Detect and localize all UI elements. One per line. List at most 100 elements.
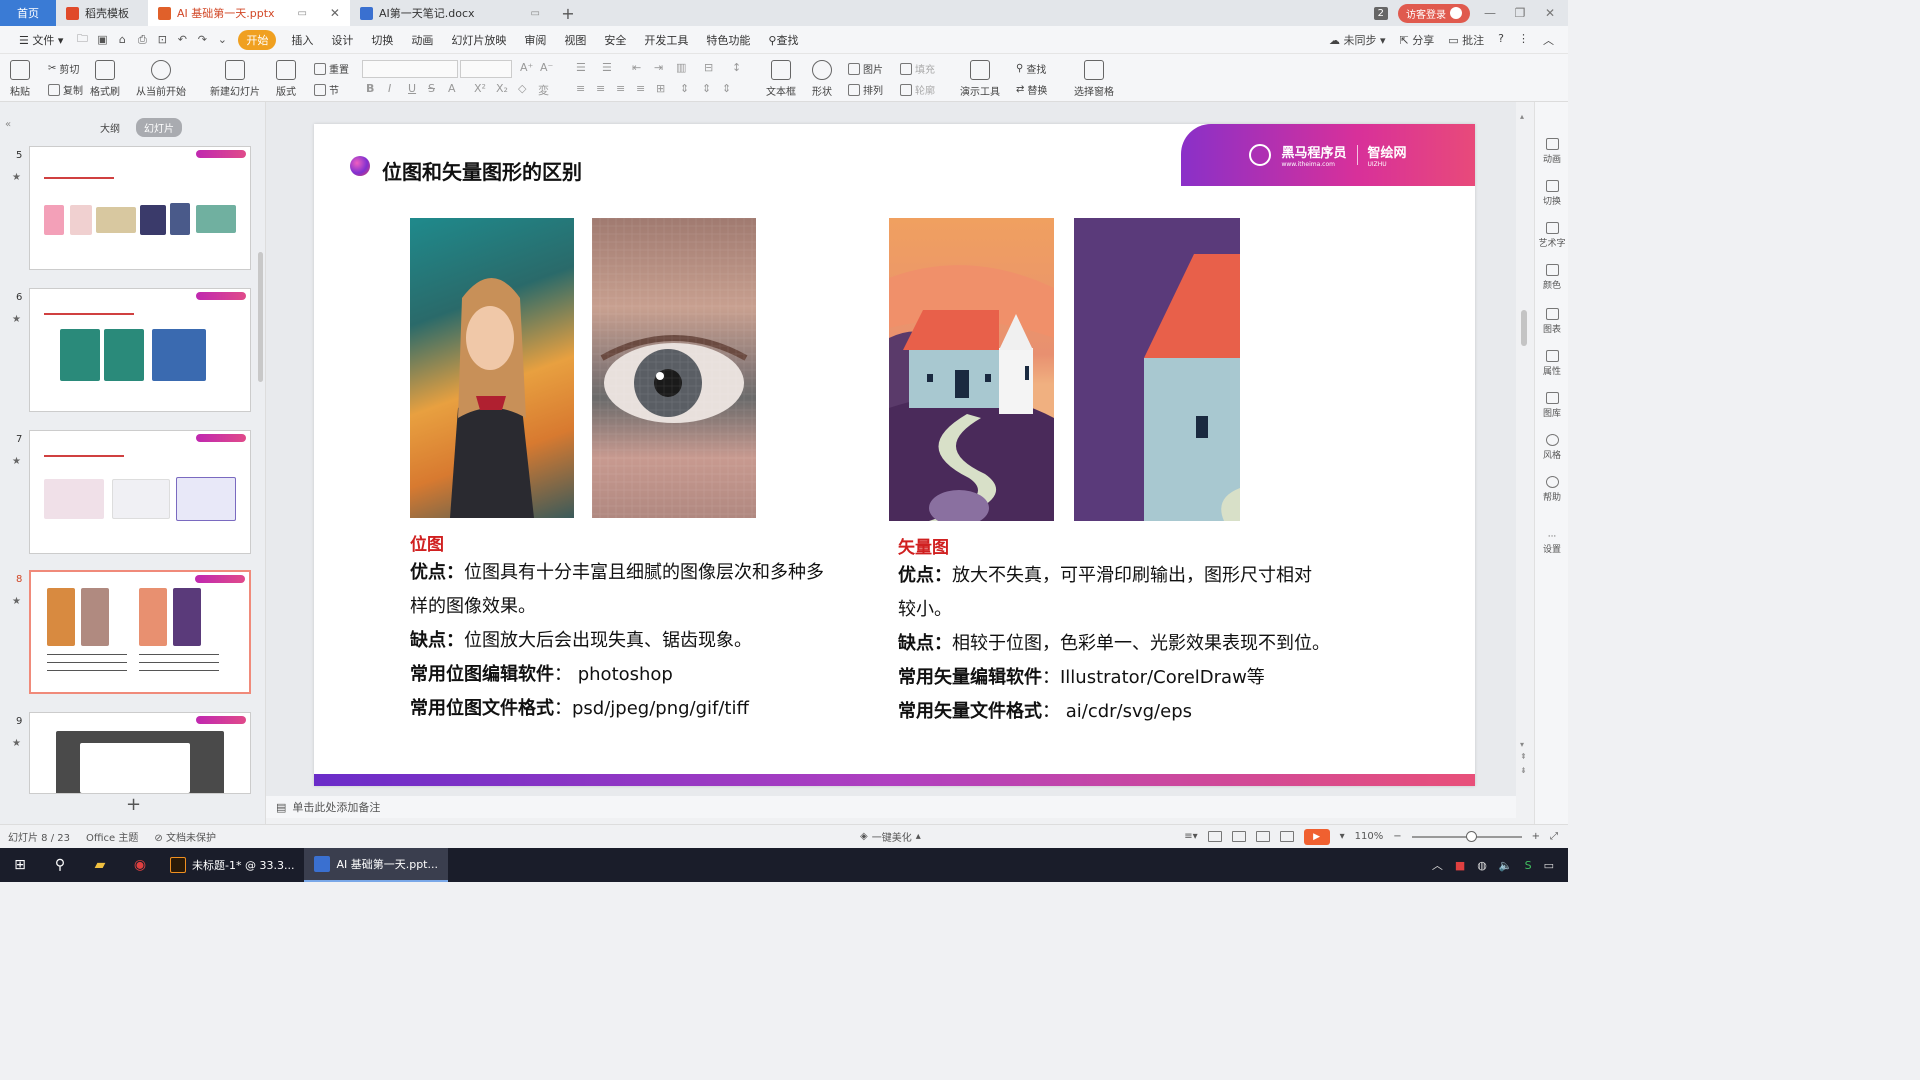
replace-button[interactable]: ⇄ 替换	[1016, 82, 1047, 97]
collapse-ribbon-icon[interactable]: ︿	[1543, 32, 1554, 48]
sync-status[interactable]: ☁ 未同步 ▾	[1329, 32, 1386, 48]
play-slideshow-button[interactable]: ▶	[1303, 828, 1330, 845]
help-icon[interactable]: ?	[1498, 32, 1504, 48]
slide-thumbnail-7[interactable]: 7 ★	[0, 430, 256, 556]
sidebar-wordart[interactable]: 艺术字	[1535, 222, 1569, 249]
arrange-button[interactable]: 排列	[848, 82, 883, 97]
pin-icon[interactable]: ▭	[298, 8, 307, 19]
pin-icon[interactable]: ▭	[531, 8, 540, 19]
slide-counter[interactable]: 幻灯片 8 / 23	[8, 829, 70, 844]
columns-icon[interactable]: ▥	[676, 61, 686, 74]
menu-design[interactable]: 设计	[322, 32, 362, 48]
collapse-panel-icon[interactable]: «	[5, 119, 11, 130]
presenter-tools-button[interactable]: 演示工具	[960, 60, 1000, 98]
redo-icon[interactable]: ↷	[194, 32, 210, 48]
file-explorer-icon[interactable]: ▰	[80, 848, 120, 882]
preview-icon[interactable]: ⊡	[154, 32, 170, 48]
beautify-button[interactable]: ◈ 一键美化 ▴	[860, 829, 921, 844]
format-painter-button[interactable]: 格式刷	[90, 60, 120, 98]
menu-developer[interactable]: 开发工具	[635, 32, 697, 48]
outline-button[interactable]: 轮廓	[900, 82, 935, 97]
increase-indent-icon[interactable]: ⇥	[654, 61, 663, 74]
windows-start-icon[interactable]: ⊞	[0, 848, 40, 882]
vector-house-zoomed-illustration[interactable]	[1074, 218, 1240, 521]
minimize-icon[interactable]: —	[1480, 6, 1500, 20]
tray-app-icon[interactable]: ■	[1455, 859, 1465, 872]
new-tab-button[interactable]: +	[550, 0, 586, 26]
notification-icon[interactable]: ▭	[1544, 859, 1554, 872]
align-center-icon[interactable]: ≡	[596, 82, 605, 95]
close-window-icon[interactable]: ✕	[1540, 6, 1560, 20]
new-slide-button[interactable]: 新建幻灯片	[210, 60, 260, 98]
grow-font-icon[interactable]: A⁺	[520, 61, 533, 74]
zoom-out-icon[interactable]: −	[1393, 831, 1401, 842]
find-button[interactable]: ⚲ 查找	[1016, 61, 1046, 76]
presenter-view-icon[interactable]	[1279, 831, 1294, 842]
portrait-photo[interactable]	[410, 218, 574, 518]
taskbar-app-wps[interactable]: AI 基础第一天.ppt...	[304, 848, 448, 882]
comment-button[interactable]: ▭ 批注	[1448, 32, 1484, 48]
customize-icon[interactable]: ⌄	[214, 32, 230, 48]
ime-icon[interactable]: S	[1525, 859, 1532, 872]
line-spacing-icon[interactable]: ↕	[732, 61, 741, 74]
picture-button[interactable]: 图片	[848, 61, 883, 76]
slide-thumbnail-8[interactable]: 8 ★	[0, 570, 256, 696]
zoom-in-icon[interactable]: +	[1532, 831, 1540, 842]
sidebar-properties[interactable]: 属性	[1535, 350, 1569, 377]
menu-view[interactable]: 视图	[555, 32, 595, 48]
menu-animation[interactable]: 动画	[402, 32, 442, 48]
reset-button[interactable]: 重置	[314, 61, 349, 76]
font-name-select[interactable]	[362, 60, 458, 78]
menu-search[interactable]: ⚲查找	[759, 32, 807, 48]
paste-button[interactable]: 粘贴	[10, 60, 30, 98]
tab-outline[interactable]: 大纲	[92, 118, 128, 137]
section-button[interactable]: 节	[314, 82, 339, 97]
tab-home[interactable]: 首页	[0, 0, 56, 26]
zoom-slider[interactable]	[1411, 830, 1522, 842]
network-icon[interactable]: ◍	[1477, 859, 1487, 872]
taskbar-app-illustrator[interactable]: 未标题-1* @ 33.3...	[160, 848, 304, 882]
tab-docer-templates[interactable]: 稻壳模板	[56, 0, 148, 26]
superscript-icon[interactable]: X²	[474, 82, 486, 95]
sidebar-chart[interactable]: 图表	[1535, 308, 1569, 335]
scroll-thumb[interactable]	[1521, 310, 1527, 346]
notes-area[interactable]: ▤ 单击此处添加备注	[266, 796, 1516, 818]
subscript-icon[interactable]: X₂	[496, 82, 508, 95]
justify-icon[interactable]: ≡	[636, 82, 645, 95]
menu-security[interactable]: 安全	[595, 32, 635, 48]
sidebar-gallery[interactable]: 图库	[1535, 392, 1569, 419]
volume-icon[interactable]: 🔈	[1499, 859, 1513, 872]
menu-review[interactable]: 审阅	[515, 32, 555, 48]
search-icon[interactable]: ⚲	[40, 848, 80, 882]
bitmap-heading[interactable]: 位图	[410, 530, 444, 555]
cut-button[interactable]: ✂ 剪切	[48, 61, 79, 76]
numbering-icon[interactable]: ☰	[602, 61, 612, 74]
next-slide-icon[interactable]: ⇟	[1520, 766, 1527, 775]
font-size-select[interactable]	[460, 60, 512, 78]
protection-status[interactable]: ⊘ 文档未保护	[154, 829, 216, 844]
print-icon[interactable]: ⎙	[134, 32, 150, 48]
close-icon[interactable]: ✕	[330, 6, 340, 20]
paragraph-spacing-icon[interactable]: ⇕	[680, 82, 689, 95]
chrome-icon[interactable]: ◉	[120, 848, 160, 882]
scroll-down-icon[interactable]: ▾	[1520, 740, 1524, 749]
scroll-up-icon[interactable]: ▴	[1520, 112, 1524, 121]
decrease-indent-icon[interactable]: ⇤	[632, 61, 641, 74]
menu-transition[interactable]: 切换	[362, 32, 402, 48]
theme-name[interactable]: Office 主题	[86, 829, 138, 844]
fill-button[interactable]: 填充	[900, 61, 935, 76]
phonetic-icon[interactable]: 変	[538, 82, 549, 98]
slide-thumbnail-5[interactable]: 5 ★	[0, 146, 256, 272]
text-direction-icon[interactable]: ⊟	[704, 61, 713, 74]
menu-start[interactable]: 开始	[238, 29, 277, 50]
current-slide[interactable]: 位图和矢量图形的区别 黑马程序员 www.itheima.com 智绘网 UIZHU	[314, 124, 1475, 786]
login-button[interactable]: 访客登录	[1398, 3, 1470, 23]
italic-icon[interactable]: I	[388, 82, 391, 95]
notes-toggle-icon[interactable]: ≡▾	[1184, 831, 1197, 842]
shrink-font-icon[interactable]: A⁻	[540, 61, 553, 74]
shape-button[interactable]: 形状	[812, 60, 832, 98]
sidebar-animation[interactable]: 动画	[1535, 138, 1569, 165]
vector-text-block[interactable]: 优点：放大不失真，可平滑印刷输出，图形尺寸相对 较小。 缺点：相较于位图，色彩单…	[898, 559, 1368, 729]
play-from-current-button[interactable]: 从当前开始	[136, 60, 186, 98]
distribute-icon[interactable]: ⊞	[656, 82, 665, 95]
